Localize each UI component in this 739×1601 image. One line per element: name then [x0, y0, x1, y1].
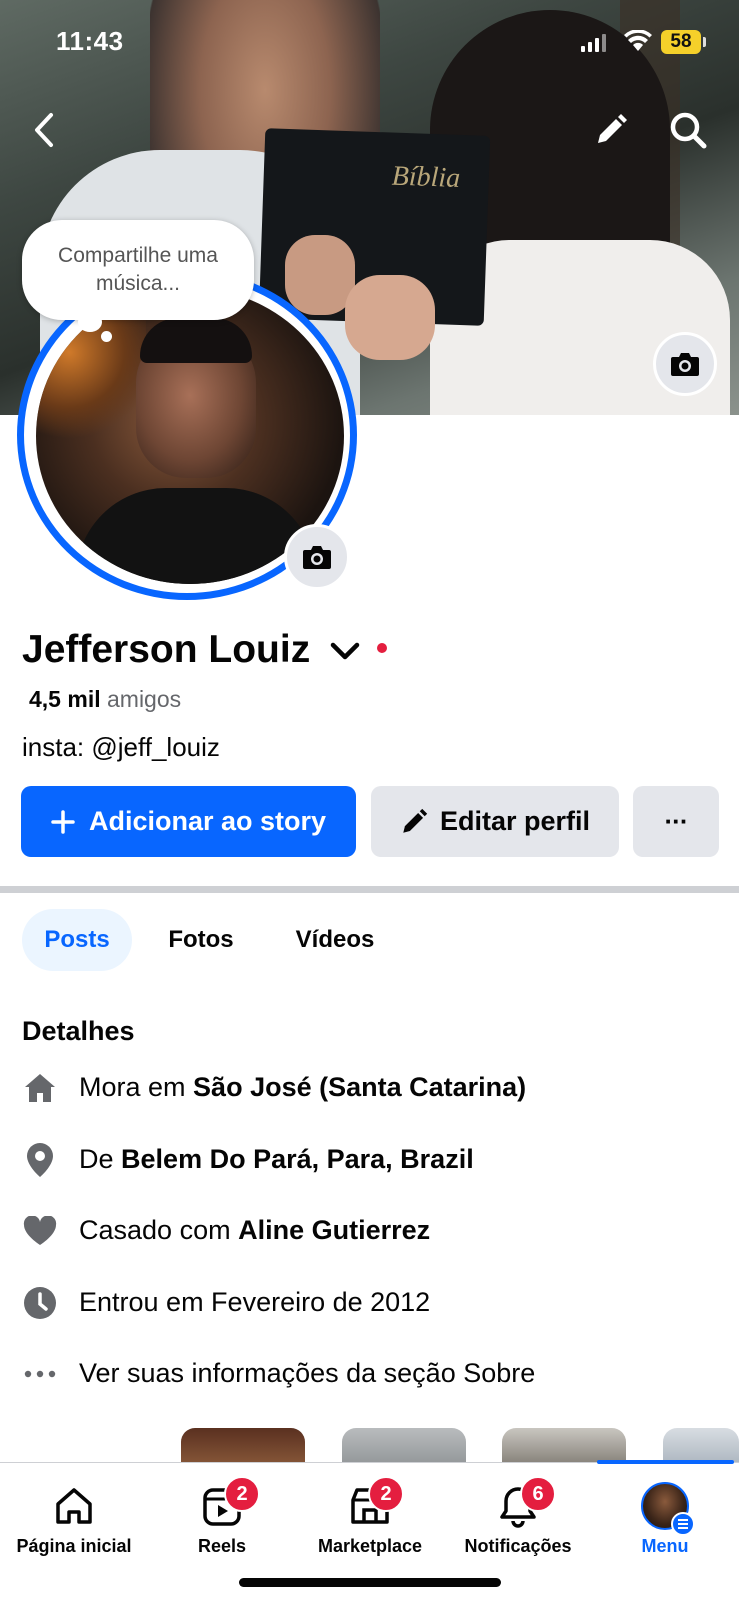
more-options-icon: ···	[664, 806, 689, 836]
details-heading: Detalhes	[22, 1016, 135, 1046]
profile-camera-button[interactable]	[284, 524, 350, 590]
menu-hamburger-badge	[671, 1512, 695, 1536]
detail-row-lives-in[interactable]: Mora em São José (Santa Catarina)	[0, 1068, 739, 1108]
heart-icon	[22, 1213, 58, 1249]
avatar-menu-icon	[641, 1482, 695, 1536]
detail-row-relationship[interactable]: Casado com Aline Gutierrez	[0, 1211, 739, 1251]
detail-value: Aline Gutierrez	[238, 1215, 431, 1245]
nav-marketplace-label: Marketplace	[317, 1536, 423, 1556]
detail-row-joined: Entrou em Fevereiro de 2012	[0, 1283, 739, 1323]
more-options-button[interactable]: ···	[633, 786, 719, 857]
share-music-text: Compartilhe uma música...	[58, 244, 218, 295]
search-button[interactable]	[666, 108, 710, 152]
detail-row-from[interactable]: De Belem Do Pará, Para, Brazil	[0, 1140, 739, 1180]
chevron-left-icon	[35, 113, 53, 147]
cover-hand-woman	[345, 275, 435, 360]
bubble-tail-dot	[78, 312, 102, 332]
notifications-badge: 6	[520, 1476, 556, 1512]
tab-photos[interactable]: Fotos	[158, 909, 244, 971]
cover-book-title: Bíblia	[391, 160, 461, 194]
marketplace-badge: 2	[368, 1476, 404, 1512]
profile-picture-hair	[140, 318, 252, 363]
cover-camera-button[interactable]	[653, 332, 717, 396]
active-tab-indicator	[597, 1460, 734, 1464]
detail-prefix: Casado com	[79, 1215, 231, 1245]
wifi-icon	[624, 29, 652, 57]
plus-icon	[51, 809, 75, 834]
nav-reels[interactable]: 2 Reels	[148, 1476, 296, 1576]
status-time: 11:43	[56, 26, 124, 56]
profile-bio: insta: @jeff_louiz	[22, 732, 220, 762]
tab-videos-label: Vídeos	[295, 926, 375, 953]
home-icon	[22, 1070, 58, 1106]
detail-prefix: De	[79, 1144, 114, 1174]
edit-cover-button[interactable]	[591, 110, 631, 150]
friends-count-label: amigos	[107, 686, 182, 712]
detail-value: São José (Santa Catarina)	[193, 1072, 527, 1102]
friends-count-number: 4,5 mil	[29, 686, 101, 712]
battery-indicator: 58	[661, 30, 701, 54]
tab-posts-label: Posts	[44, 926, 110, 953]
nav-notifications-label: Notificações	[464, 1536, 572, 1556]
nav-home[interactable]: Página inicial	[0, 1476, 148, 1576]
detail-value: Belem Do Pará, Para, Brazil	[121, 1144, 474, 1174]
add-to-story-label: Adicionar ao story	[88, 806, 327, 836]
edit-profile-label: Editar perfil	[439, 806, 591, 836]
home-indicator	[239, 1578, 501, 1587]
cellular-signal-icon	[581, 34, 607, 52]
camera-icon	[671, 353, 699, 376]
location-pin-icon	[22, 1142, 58, 1178]
cover-hand	[285, 235, 355, 315]
detail-prefix: Entrou em Fevereiro de 2012	[79, 1287, 431, 1317]
tab-videos[interactable]: Vídeos	[283, 909, 387, 971]
profile-picture-shirt	[76, 488, 316, 584]
nav-notifications[interactable]: 6 Notificações	[444, 1476, 592, 1576]
edit-profile-button[interactable]: Editar perfil	[371, 786, 619, 857]
search-icon	[670, 112, 707, 149]
back-button[interactable]	[26, 110, 62, 150]
profile-switch-chevron[interactable]	[327, 636, 363, 666]
notification-dot	[377, 643, 387, 653]
bubble-tail-dot-small	[101, 331, 112, 342]
nav-menu-label: Menu	[641, 1536, 689, 1556]
camera-icon	[303, 546, 331, 569]
more-horizontal-icon	[22, 1356, 58, 1392]
add-to-story-button[interactable]: Adicionar ao story	[21, 786, 356, 857]
nav-home-label: Página inicial	[16, 1536, 132, 1556]
detail-row-see-about[interactable]: Ver suas informações da seção Sobre	[0, 1354, 739, 1394]
chevron-down-icon	[330, 642, 360, 660]
profile-name-text: Jefferson Louiz	[22, 628, 311, 671]
home-icon	[50, 1482, 98, 1530]
detail-prefix: Mora em	[79, 1072, 186, 1102]
clock-icon	[22, 1285, 58, 1321]
pencil-icon	[403, 808, 428, 833]
tab-photos-label: Fotos	[168, 926, 234, 953]
profile-name[interactable]: Jefferson Louiz	[22, 628, 310, 672]
nav-marketplace[interactable]: 2 Marketplace	[296, 1476, 444, 1576]
reels-badge: 2	[224, 1476, 260, 1512]
nav-menu[interactable]: Menu	[591, 1476, 739, 1576]
friends-count[interactable]: 4,5 mil amigos	[29, 686, 181, 713]
share-music-bubble[interactable]: Compartilhe uma música...	[22, 220, 254, 320]
nav-reels-label: Reels	[197, 1536, 247, 1556]
pencil-icon	[598, 114, 627, 143]
section-divider	[0, 886, 739, 893]
tab-posts[interactable]: Posts	[22, 909, 132, 971]
detail-prefix: Ver suas informações da seção Sobre	[79, 1358, 536, 1388]
battery-tip	[703, 37, 706, 47]
